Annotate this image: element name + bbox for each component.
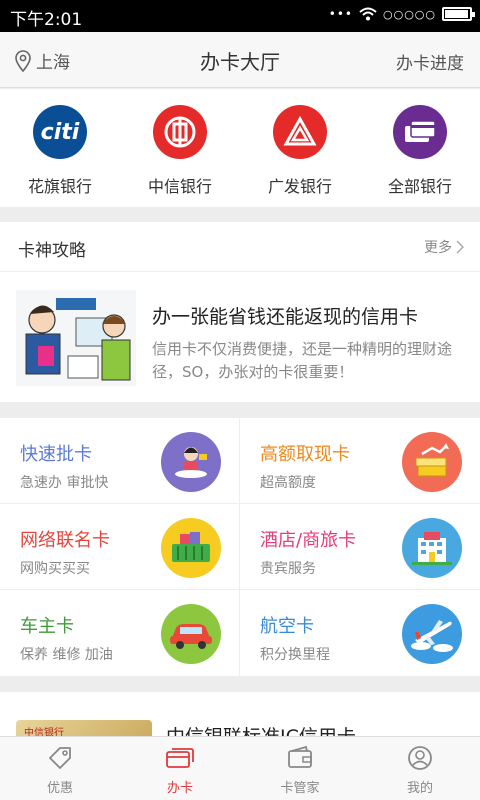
card-thumbnail-label: 中信银行 bbox=[24, 728, 64, 736]
bank-list: citi 花旗银行 中信银行 广发银行 全部银行 bbox=[0, 89, 480, 207]
bank-item-all[interactable]: 全部银行 bbox=[360, 89, 480, 207]
battery-level bbox=[445, 10, 468, 18]
category-high-cash[interactable]: 高额取现卡 超高额度 bbox=[240, 418, 480, 504]
category-online-cobrand[interactable]: 网络联名卡 网购买买买 bbox=[0, 504, 240, 590]
tab-profile[interactable]: 我的 bbox=[360, 737, 480, 800]
citi-logo-text: citi bbox=[40, 119, 80, 145]
basket-icon bbox=[161, 518, 221, 578]
citi-logo-icon: citi bbox=[33, 105, 87, 159]
wallet-icon bbox=[288, 745, 312, 768]
category-title: 网络联名卡 bbox=[20, 530, 110, 551]
user-icon bbox=[408, 746, 432, 770]
car-icon bbox=[161, 604, 221, 664]
article-item[interactable]: 办一张能省钱还能返现的信用卡 信用卡不仅消费便捷，还是一种精明的理财途径，SO，… bbox=[0, 272, 480, 402]
bank-item-cgb[interactable]: 广发银行 bbox=[240, 89, 360, 207]
woman-plane-icon bbox=[161, 432, 221, 492]
tab-card-manager[interactable]: 卡管家 bbox=[240, 737, 360, 800]
card-strategy-section: 卡神攻略 更多 办一张能省钱还能返现的信用卡 信用卡不仅消费便捷，还是一种精明的… bbox=[0, 222, 480, 402]
more-label: 更多 bbox=[424, 240, 452, 256]
tab-label: 办卡 bbox=[166, 781, 193, 796]
category-subtitle: 网购买买买 bbox=[20, 561, 90, 577]
wifi-icon bbox=[359, 7, 377, 21]
category-subtitle: 超高额度 bbox=[260, 475, 316, 491]
category-fast-approval[interactable]: 快速批卡 急速办 审批快 bbox=[0, 418, 240, 504]
tab-apply-card[interactable]: 办卡 bbox=[120, 737, 240, 800]
hotel-icon bbox=[402, 518, 462, 578]
bank-item-citi[interactable]: citi 花旗银行 bbox=[0, 89, 120, 207]
status-time: 下午2:01 bbox=[10, 10, 83, 30]
chevron-right-icon bbox=[456, 240, 464, 254]
application-progress-link[interactable]: 办卡进度 bbox=[396, 49, 464, 74]
tag-icon bbox=[49, 747, 71, 769]
category-title: 酒店/商旅卡 bbox=[260, 530, 357, 551]
category-subtitle: 贵宾服务 bbox=[260, 561, 316, 577]
bank-name: 花旗银行 bbox=[27, 177, 92, 196]
section-header: 卡神攻略 更多 bbox=[0, 222, 480, 272]
more-dots-icon: ••• bbox=[328, 7, 353, 21]
tab-label: 优惠 bbox=[46, 781, 73, 796]
article-title: 办一张能省钱还能返现的信用卡 bbox=[152, 306, 419, 328]
cartoon-illustration bbox=[16, 290, 136, 386]
category-title: 快速批卡 bbox=[20, 444, 92, 465]
bank-name: 中信银行 bbox=[147, 177, 212, 196]
card-thumbnail: 中信银行 bbox=[16, 720, 152, 736]
bank-item-citic[interactable]: 中信银行 bbox=[120, 89, 240, 207]
app-header: 上海 办卡大厅 办卡进度 bbox=[0, 32, 480, 88]
money-icon bbox=[402, 432, 462, 492]
category-title: 航空卡 bbox=[260, 616, 314, 637]
category-airline[interactable]: 航空卡 积分换里程 bbox=[240, 590, 480, 676]
featured-card-item[interactable]: 中信银行 中信银联标准IC信用卡 bbox=[0, 692, 480, 736]
category-title: 车主卡 bbox=[20, 616, 74, 637]
more-link[interactable]: 更多 bbox=[424, 237, 464, 257]
category-title: 高额取现卡 bbox=[260, 444, 350, 465]
section-title: 卡神攻略 bbox=[18, 241, 86, 261]
bottom-tab-bar: 优惠 办卡 卡管家 我的 bbox=[0, 736, 480, 800]
bank-name: 广发银行 bbox=[267, 177, 332, 196]
tab-deals[interactable]: 优惠 bbox=[0, 737, 120, 800]
article-description: 信用卡不仅消费便捷，还是一种精明的理财途径，SO，办张对的卡很重要！ bbox=[152, 340, 453, 381]
battery-icon bbox=[442, 7, 475, 21]
tab-label: 卡管家 bbox=[280, 781, 320, 796]
bank-name: 全部银行 bbox=[387, 177, 452, 196]
featured-card-title: 中信银联标准IC信用卡 bbox=[166, 722, 356, 736]
category-subtitle: 急速办 审批快 bbox=[20, 475, 109, 491]
airplane-icon bbox=[402, 604, 462, 664]
card-category-grid: 快速批卡 急速办 审批快 高额取现卡 超高额度 网络联名卡 网购买买买 酒店/商… bbox=[0, 418, 480, 676]
category-subtitle: 积分换里程 bbox=[260, 647, 330, 663]
tab-label: 我的 bbox=[406, 781, 433, 796]
all-banks-cards-icon bbox=[393, 105, 447, 159]
signal-strength: ○○○○○ bbox=[383, 7, 436, 21]
cards-icon bbox=[166, 748, 194, 768]
cgb-logo-icon bbox=[273, 105, 327, 159]
category-subtitle: 保养 维修 加油 bbox=[20, 647, 113, 663]
category-hotel-business[interactable]: 酒店/商旅卡 贵宾服务 bbox=[240, 504, 480, 590]
citic-logo-icon bbox=[153, 105, 207, 159]
status-icons: ••• ○○○○○ bbox=[328, 7, 475, 21]
category-car-owner[interactable]: 车主卡 保养 维修 加油 bbox=[0, 590, 240, 676]
status-bar: 下午2:01 ••• ○○○○○ bbox=[0, 0, 480, 32]
